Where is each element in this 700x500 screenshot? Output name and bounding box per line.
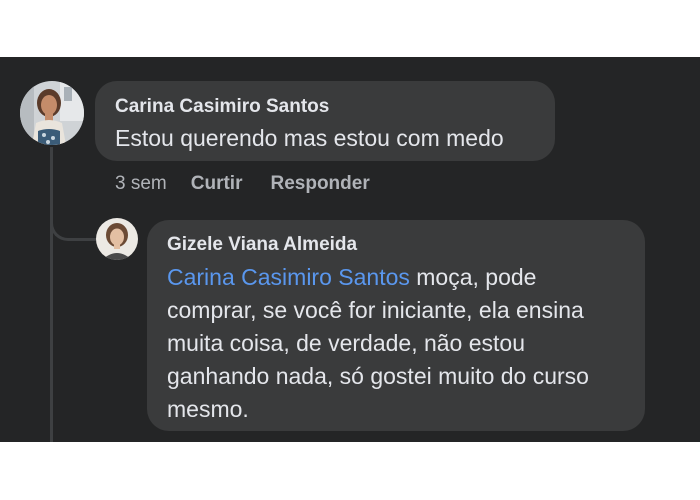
- comment-thread: Carina Casimiro Santos Estou querendo ma…: [0, 57, 700, 442]
- avatar[interactable]: [20, 81, 84, 145]
- profile-photo-icon: [96, 218, 138, 260]
- mention-link[interactable]: Carina Casimiro Santos: [167, 264, 410, 290]
- reply-author[interactable]: Gizele Viana Almeida: [167, 232, 625, 258]
- reply-connector-line: [50, 197, 96, 241]
- reply-button[interactable]: Responder: [270, 173, 369, 195]
- comment-author[interactable]: Carina Casimiro Santos: [115, 94, 535, 120]
- comment-actions: 3 sem Curtir Responder: [115, 171, 398, 197]
- reply-bubble: Gizele Viana Almeida Carina Casimiro San…: [147, 220, 645, 431]
- comment-bubble: Carina Casimiro Santos Estou querendo ma…: [95, 81, 555, 161]
- comment-text: Estou querendo mas estou com medo: [115, 125, 504, 151]
- thread-line: [50, 147, 53, 442]
- reply-avatar[interactable]: [96, 218, 138, 260]
- reply-text: Carina Casimiro Santos moça, pode compra…: [167, 261, 625, 426]
- comment-timestamp[interactable]: 3 sem: [115, 173, 167, 195]
- profile-photo-icon: [20, 81, 84, 145]
- like-button[interactable]: Curtir: [191, 173, 243, 195]
